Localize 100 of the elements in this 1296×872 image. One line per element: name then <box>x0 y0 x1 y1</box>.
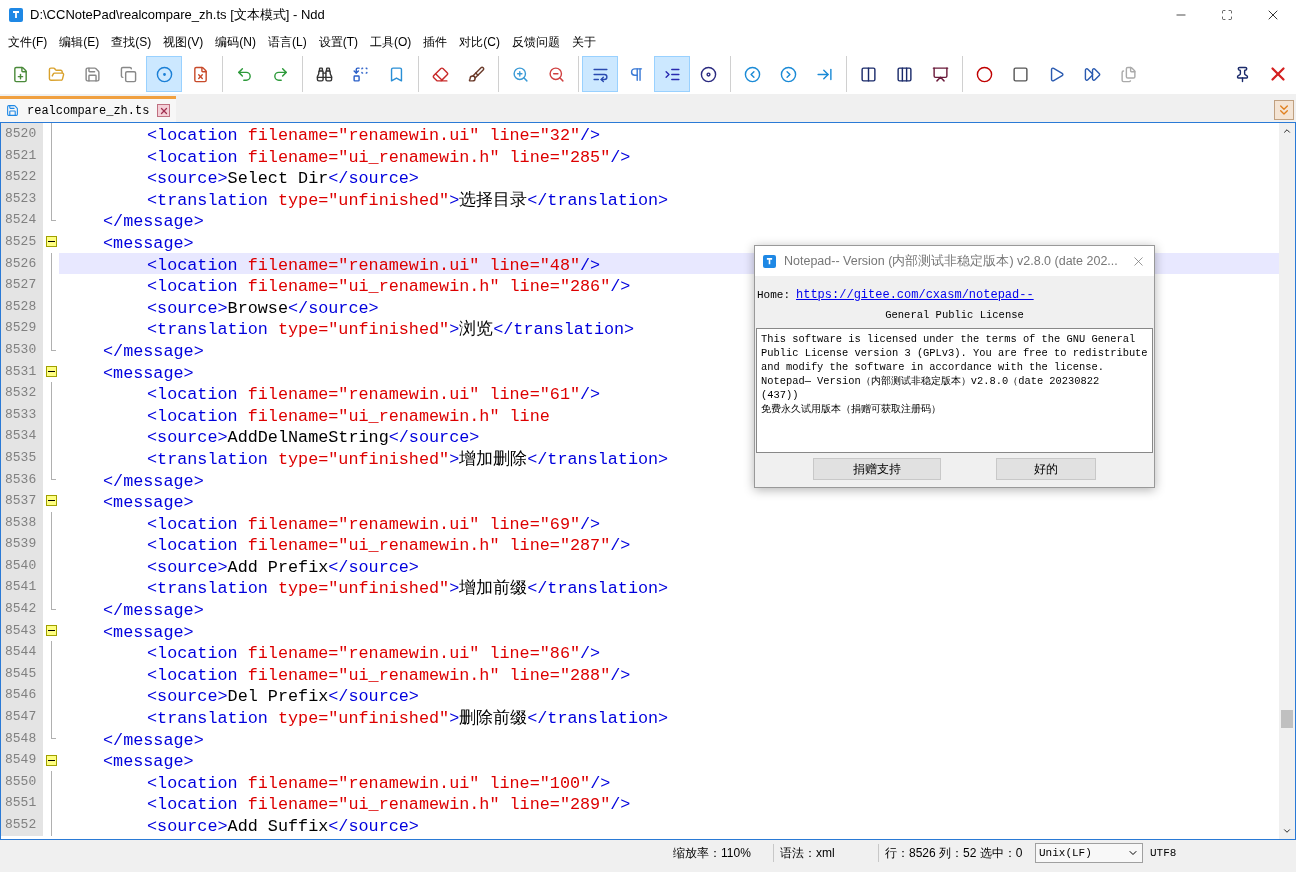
line-number: 8548 <box>1 727 43 750</box>
encoding-label: UTF8 <box>1150 845 1177 861</box>
code-line: <source>AddDelNameString</source> <box>147 428 480 448</box>
line-number: 8522 <box>1 166 43 188</box>
line-ending-dropdown[interactable]: Unix(LF) <box>1035 843 1143 863</box>
code-line: <location filename="renamewin.ui" line="32"/> <box>147 126 601 145</box>
license-text-line: and modify the software in accordance with the license. <box>761 359 1105 374</box>
scroll-up-icon[interactable] <box>1282 126 1292 136</box>
app-logo-icon <box>763 254 776 268</box>
code-line: <message> <box>103 363 194 383</box>
scrollbar[interactable] <box>1279 123 1295 839</box>
window-title: D:\CCNotePad\realcompare_zh.ts [文本模式] - Ndd <box>30 6 325 25</box>
code-line: <source>Browse</source> <box>147 298 379 318</box>
line-number: 8532 <box>1 382 43 404</box>
line-number: 8540 <box>1 554 43 577</box>
line-number: 8525 <box>1 230 43 253</box>
code-line: <location filename="renamewin.ui" line="86"/> <box>147 644 601 664</box>
line-number: 8531 <box>1 360 43 383</box>
line-number: 8547 <box>1 706 43 728</box>
code-line: </message> <box>103 212 204 232</box>
code-line: <location filename="ui_renamewin.h" line="287"/> <box>147 536 631 556</box>
line-number: 8539 <box>1 533 43 555</box>
license-text-line: 免费永久试用版本（捐赠可获取注册码） <box>761 401 942 416</box>
menu-item[interactable]: 对比(C) <box>453 33 506 51</box>
app-logo-icon <box>9 8 23 22</box>
code-line: <location filename="renamewin.ui" line="100"/> <box>147 773 611 793</box>
code-line: <translation type="unfinished">增加删除</translation> <box>147 449 669 469</box>
license-text-line: (437)) <box>761 387 800 402</box>
line-number: 8544 <box>1 641 43 663</box>
menu-item[interactable]: 反馈问题 <box>506 33 566 51</box>
zoom-level: 缩放率：110% <box>673 845 752 862</box>
code-line: <location filename="ui_renamewin.h" line="285"/> <box>147 147 631 167</box>
line-number: 8533 <box>1 403 43 426</box>
code-line: </message> <box>103 341 204 361</box>
target-icon[interactable] <box>146 56 182 92</box>
code-line: </message> <box>103 730 204 750</box>
line-number: 8537 <box>1 490 43 512</box>
dialog-button[interactable]: 捐赠支持 <box>812 457 941 480</box>
line-number: 8527 <box>1 274 43 296</box>
fold-marker-icon[interactable] <box>45 365 57 377</box>
line-number: 8543 <box>1 619 43 642</box>
line-number: 8529 <box>1 317 43 339</box>
line-number: 8549 <box>1 749 43 771</box>
line-number: 8526 <box>1 252 43 275</box>
menu-item[interactable]: 关于 <box>566 33 602 51</box>
fold-marker-icon[interactable] <box>45 495 57 507</box>
code-line: <location filename="ui_renamewin.h" line="289"/> <box>147 795 631 815</box>
code-line: <source>Del Prefix</source> <box>147 687 419 707</box>
line-number: 8521 <box>1 144 43 167</box>
code-line: </message> <box>103 601 204 621</box>
close-tab-icon[interactable] <box>157 104 171 117</box>
code-line: <location filename="renamewin.ui" line="61"/> <box>147 385 601 405</box>
code-line: <message> <box>103 752 194 772</box>
dialog-title: Notepad-- Version (内部测试非稳定版本) v2.8.0 (date 202... <box>784 252 1118 270</box>
line-number: 8528 <box>1 295 43 318</box>
code-line: <source>Add Prefix</source> <box>147 557 419 577</box>
code-line: <location filename="renamewin.ui" line="69"/> <box>147 514 601 534</box>
fold-marker-icon[interactable] <box>45 754 57 766</box>
wrap-text-icon[interactable] <box>582 56 618 92</box>
dialog-button[interactable]: 好的 <box>996 457 1097 480</box>
line-number: 8520 <box>1 123 43 145</box>
code-line: <message> <box>103 622 194 642</box>
menu-item[interactable]: 语言(L) <box>262 33 313 51</box>
license-text-line: Public License version 3 (GPLv3). You are free to redistribute <box>761 345 1148 360</box>
line-number: 8524 <box>1 209 43 231</box>
line-number: 8523 <box>1 187 43 210</box>
menu-item[interactable]: 查找(S) <box>105 33 158 51</box>
scroll-down-icon[interactable] <box>1282 826 1292 836</box>
indent-icon[interactable] <box>654 56 690 92</box>
line-number: 8542 <box>1 598 43 620</box>
menu-item[interactable]: 编辑(E) <box>53 33 106 51</box>
menu-item[interactable]: 文件(F) <box>2 33 54 51</box>
menu-item[interactable]: 设置(T) <box>312 33 364 51</box>
license-text-line: This software is licensed under the terms of the GNU General <box>761 331 1137 346</box>
code-line: <location filename="ui_renamewin.h" line="286"/> <box>147 277 631 297</box>
menu-item[interactable]: 视图(V) <box>157 33 210 51</box>
license-heading: General Public License <box>885 308 1024 323</box>
code-line: <message> <box>103 493 194 513</box>
code-line: <translation type="unfinished">浏览</translation> <box>147 320 635 340</box>
code-line: <source>Add Suffix</source> <box>147 817 419 836</box>
fold-marker-icon[interactable] <box>45 236 57 248</box>
home-link[interactable]: https://gitee.com/cxasm/notepad-- <box>796 286 1034 304</box>
line-number: 8545 <box>1 662 43 685</box>
file-tab[interactable]: realcompare_zh.ts <box>0 96 177 122</box>
line-number: 8534 <box>1 425 43 447</box>
line-number: 8536 <box>1 468 43 491</box>
menu-item[interactable]: 插件 <box>417 33 454 51</box>
syntax-label: 语法：xml <box>780 845 836 862</box>
menu-item[interactable]: 编码(N) <box>209 33 262 51</box>
scrollbar-thumb[interactable] <box>1281 710 1293 728</box>
code-line: <message> <box>103 233 194 253</box>
fold-marker-icon[interactable] <box>45 624 57 636</box>
code-line: </message> <box>103 471 204 491</box>
line-number: 8530 <box>1 338 43 361</box>
menu-item[interactable]: 工具(O) <box>364 33 418 51</box>
license-text-box[interactable] <box>756 327 1153 453</box>
code-line: <translation type="unfinished">增加前缀</translation> <box>147 579 669 599</box>
code-line: <source>Select Dir</source> <box>147 169 419 189</box>
cursor-position: 行：8526 列：52 选中：0 <box>885 845 1024 862</box>
line-number: 8546 <box>1 684 43 707</box>
